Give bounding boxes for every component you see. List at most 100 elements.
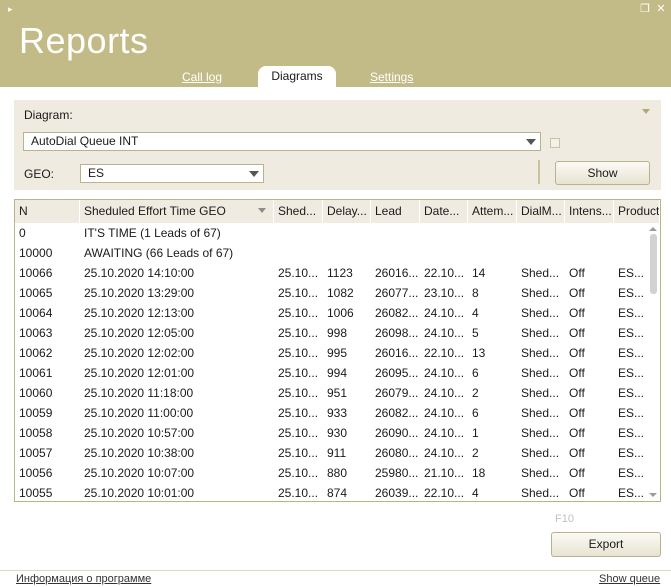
table-row[interactable]: 10058 25.10.2020 10:57:00 25.10... 930 26090… — [15, 423, 647, 443]
cell-shed: 25.10... — [278, 366, 319, 380]
table-row[interactable]: 10064 25.10.2020 12:13:00 25.10... 1006 2608… — [15, 303, 647, 323]
restore-icon[interactable]: ❐ — [639, 3, 651, 15]
cell-scheduled-time: 25.10.2020 10:57:00 — [84, 426, 195, 440]
cell-shed: 25.10... — [278, 466, 319, 480]
export-button[interactable]: Export — [551, 532, 661, 557]
cell-lead: 26082... — [375, 406, 419, 420]
table-row[interactable]: 10063 25.10.2020 12:05:00 25.10... 998 26098… — [15, 323, 647, 343]
cell-n: 10000 — [19, 246, 53, 260]
cell-attempts: 8 — [472, 286, 479, 300]
show-button[interactable]: Show — [555, 161, 650, 185]
tab-diagrams[interactable]: Diagrams — [258, 66, 336, 87]
column-header-delay[interactable]: Delay... — [323, 200, 371, 223]
chevron-down-icon — [526, 139, 536, 145]
vertical-scrollbar[interactable] — [647, 223, 660, 501]
column-header-n[interactable]: N — [15, 200, 80, 223]
cell-date: 24.10... — [424, 366, 465, 380]
cell-attempts: 2 — [472, 386, 479, 400]
cell-shed: 25.10... — [278, 486, 319, 500]
cell-product: ES... — [618, 466, 645, 480]
cell-delay: 880 — [327, 466, 348, 480]
column-header-attempts[interactable]: Attem... — [468, 200, 517, 223]
cell-dial-mode: Shed... — [521, 466, 560, 480]
cell-scheduled-time: 25.10.2020 14:10:00 — [84, 266, 195, 280]
cell-intensity: Off — [569, 326, 585, 340]
cell-lead: 25980... — [375, 466, 419, 480]
cell-product: ES... — [618, 486, 645, 500]
table-row[interactable]: 10062 25.10.2020 12:02:00 25.10... 995 26016… — [15, 343, 647, 363]
cell-date: 24.10... — [424, 426, 465, 440]
cell-shed: 25.10... — [278, 306, 319, 320]
cell-intensity: Off — [569, 406, 585, 420]
cell-dial-mode: Shed... — [521, 446, 560, 460]
diagram-select-value: AutoDial Queue INT — [31, 134, 139, 148]
diagram-info-icon[interactable] — [550, 138, 560, 148]
group-row-awaiting[interactable]: 10000 AWAITING (66 Leads of 67) — [15, 243, 647, 263]
group-row-its-time[interactable]: 0 IT'S TIME (1 Leads of 67) — [15, 223, 647, 243]
cell-delay: 995 — [327, 346, 348, 360]
cell-date: 24.10... — [424, 386, 465, 400]
table-row[interactable]: 10056 25.10.2020 10:07:00 25.10... 880 25980… — [15, 463, 647, 483]
cell-attempts: 14 — [472, 266, 486, 280]
cell-lead: 26090... — [375, 426, 419, 440]
cell-dial-mode: Shed... — [521, 326, 560, 340]
cell-intensity: Off — [569, 446, 585, 460]
scroll-up-icon[interactable] — [649, 227, 657, 231]
group-label: AWAITING (66 Leads of 67) — [84, 246, 234, 260]
table-row[interactable]: 10065 25.10.2020 13:29:00 25.10... 1082 2607… — [15, 283, 647, 303]
scroll-down-icon[interactable] — [649, 493, 657, 497]
column-header-intensity[interactable]: Intens... — [565, 200, 614, 223]
cell-delay: 1082 — [327, 286, 354, 300]
app-title: Reports — [19, 20, 149, 61]
app-header: ▸ ❐ ✕ Reports Call log Diagrams Settings — [0, 0, 671, 87]
table-row[interactable]: 10066 25.10.2020 14:10:00 25.10... 1123 2601… — [15, 263, 647, 283]
cell-lead: 26080... — [375, 446, 419, 460]
table-row[interactable]: 10059 25.10.2020 11:00:00 25.10... 933 26082… — [15, 403, 647, 423]
cell-date: 24.10... — [424, 446, 465, 460]
column-header-product[interactable]: Product — [614, 200, 660, 223]
cell-intensity: Off — [569, 306, 585, 320]
cell-intensity: Off — [569, 266, 585, 280]
cell-lead: 26039... — [375, 486, 419, 500]
column-header-dial-mode[interactable]: DialM... — [517, 200, 565, 223]
cell-n: 10061 — [19, 366, 53, 380]
column-header-shed[interactable]: Shed... — [274, 200, 323, 223]
cell-product: ES... — [618, 346, 645, 360]
cell-attempts: 1 — [472, 426, 479, 440]
cell-shed: 25.10... — [278, 346, 319, 360]
cell-product: ES... — [618, 326, 645, 340]
table-row[interactable]: 10055 25.10.2020 10:01:00 25.10... 874 26039… — [15, 483, 647, 501]
about-program-link[interactable]: Информация о программе — [16, 573, 151, 585]
cell-n: 10063 — [19, 326, 53, 340]
cell-attempts: 2 — [472, 446, 479, 460]
table-row[interactable]: 10060 25.10.2020 11:18:00 25.10... 951 26079… — [15, 383, 647, 403]
cell-n: 10066 — [19, 266, 53, 280]
column-header-lead[interactable]: Lead — [371, 200, 420, 223]
cell-dial-mode: Shed... — [521, 286, 560, 300]
cell-attempts: 18 — [472, 466, 486, 480]
chevron-down-icon — [249, 171, 259, 177]
scrollbar-thumb[interactable] — [650, 234, 657, 294]
collapse-panel-icon[interactable] — [642, 109, 650, 114]
cell-attempts: 5 — [472, 326, 479, 340]
tab-bar: Call log Diagrams Settings — [0, 66, 671, 87]
cell-shed: 25.10... — [278, 406, 319, 420]
column-header-scheduled-time[interactable]: Sheduled Effort Time GEO — [80, 200, 274, 223]
geo-select[interactable]: ES — [80, 164, 264, 183]
column-header-date[interactable]: Date... — [420, 200, 468, 223]
tab-settings[interactable]: Settings — [370, 70, 413, 84]
cell-product: ES... — [618, 406, 645, 420]
table-row[interactable]: 10061 25.10.2020 12:01:00 25.10... 994 26095… — [15, 363, 647, 383]
cell-delay: 930 — [327, 426, 348, 440]
cell-n: 10065 — [19, 286, 53, 300]
close-icon[interactable]: ✕ — [655, 3, 667, 15]
cell-product: ES... — [618, 286, 645, 300]
window-menu-icon[interactable]: ▸ — [8, 4, 13, 15]
diagram-select[interactable]: AutoDial Queue INT — [23, 132, 541, 151]
tab-call-log[interactable]: Call log — [182, 70, 222, 84]
cell-n: 10058 — [19, 426, 53, 440]
show-queue-link[interactable]: Show queue — [599, 573, 660, 585]
cell-product: ES... — [618, 446, 645, 460]
cell-dial-mode: Shed... — [521, 486, 560, 500]
table-row[interactable]: 10057 25.10.2020 10:38:00 25.10... 911 26080… — [15, 443, 647, 463]
